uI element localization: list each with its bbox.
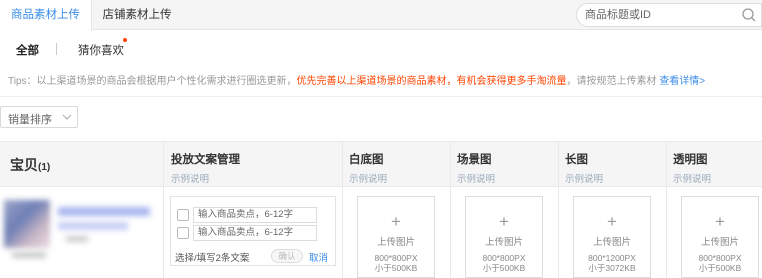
upload-transparent-image[interactable]: + 上传图片 800*800PX 小于500KB	[681, 196, 759, 278]
sort-dropdown[interactable]: 销量排序	[0, 106, 78, 128]
upload-size-hint: 800*800PX 小于500KB	[358, 253, 434, 273]
example-link[interactable]: 示例说明	[349, 171, 387, 185]
choose-copy-text: 选择/填写2条文案	[175, 253, 250, 264]
product-header-label: 宝贝	[10, 157, 38, 173]
copy-management-box: 输入商品卖点，6-12字 输入商品卖点，6-12字 选择/填写2条文案 确认 取…	[170, 196, 336, 266]
tips-warning: 优先完善以上渠道场景的商品素材，有机会获得更多手淘流量	[296, 76, 567, 87]
product-title-blurred	[58, 207, 150, 216]
size-dimensions: 800*800PX	[482, 253, 526, 263]
size-limit: 小于500KB	[374, 263, 418, 273]
section-divider	[0, 96, 762, 97]
column-divider	[558, 141, 559, 278]
confirm-button[interactable]: 确认	[271, 249, 303, 263]
upload-size-hint: 800*800PX 小于500KB	[682, 253, 758, 273]
subtab-all[interactable]: 全部	[16, 42, 39, 58]
cancel-button[interactable]: 取消	[309, 250, 328, 264]
column-divider	[163, 141, 164, 278]
subtab-divider	[56, 43, 57, 55]
product-meta-blurred	[12, 252, 46, 258]
product-column-header: 宝贝(1)	[10, 155, 50, 175]
product-meta-blurred	[66, 236, 88, 242]
product-thumbnail	[4, 200, 50, 248]
column-divider	[342, 141, 343, 278]
new-dot-badge	[123, 38, 127, 42]
plus-icon: +	[499, 212, 509, 231]
view-details-link[interactable]: 查看详情>	[659, 76, 705, 87]
column-title: 长图	[565, 154, 588, 166]
upload-long-image[interactable]: + 上传图片 800*1200PX 小于3072KB	[573, 196, 651, 278]
example-link[interactable]: 示例说明	[457, 171, 495, 185]
size-dimensions: 800*1200PX	[588, 253, 636, 263]
search-button[interactable]	[737, 4, 761, 26]
tab-shop-material[interactable]: 店铺素材上传	[92, 0, 182, 30]
example-link[interactable]: 示例说明	[673, 171, 711, 185]
copy-checkbox-1[interactable]	[177, 209, 189, 221]
column-title: 场景图	[457, 154, 492, 166]
column-divider	[450, 141, 451, 278]
upload-label: 上传图片	[376, 237, 415, 248]
upload-scene-image[interactable]: + 上传图片 800*800PX 小于500KB	[465, 196, 543, 278]
material-upload-page: 商品素材上传 店铺素材上传 全部 猜你喜欢 Tips：以上渠道场景的商品会根据用…	[0, 0, 762, 278]
selling-point-input-2[interactable]: 输入商品卖点，6-12字	[193, 225, 317, 241]
chevron-down-icon	[62, 114, 72, 120]
search-box	[576, 3, 762, 27]
product-count: (1)	[38, 162, 51, 173]
tab-product-material[interactable]: 商品素材上传	[0, 0, 92, 31]
subtab-guess-you-like[interactable]: 猜你喜欢	[78, 42, 124, 58]
search-icon	[742, 8, 756, 22]
column-title: 白底图	[349, 154, 384, 166]
upload-size-hint: 800*800PX 小于500KB	[466, 253, 542, 273]
upload-size-hint: 800*1200PX 小于3072KB	[574, 253, 650, 273]
copy-checkbox-2[interactable]	[177, 227, 189, 239]
product-title-blurred	[58, 222, 128, 230]
column-transparent-image: 透明图 示例说明	[673, 151, 711, 185]
size-limit: 小于500KB	[698, 263, 742, 273]
plus-icon: +	[607, 212, 617, 231]
column-long-image: 长图 示例说明	[565, 151, 603, 185]
column-white-bg-image: 白底图 示例说明	[349, 151, 387, 185]
example-link[interactable]: 示例说明	[565, 171, 603, 185]
upload-white-bg-image[interactable]: + 上传图片 800*800PX 小于500KB	[357, 196, 435, 278]
size-limit: 小于3072KB	[588, 263, 636, 273]
search-input[interactable]	[585, 7, 735, 23]
size-limit: 小于500KB	[482, 263, 526, 273]
sort-label: 销量排序	[8, 114, 52, 126]
column-title: 透明图	[673, 154, 708, 166]
upload-label: 上传图片	[592, 237, 631, 248]
size-dimensions: 800*800PX	[698, 253, 742, 263]
column-divider	[666, 141, 667, 278]
column-scene-image: 场景图 示例说明	[457, 151, 495, 185]
column-title: 投放文案管理	[171, 154, 240, 166]
upload-label: 上传图片	[700, 237, 739, 248]
tips-suffix: ，请按规范上传素材	[566, 76, 660, 87]
plus-icon: +	[715, 212, 725, 231]
table-header: 宝贝(1) 投放文案管理 示例说明 白底图 示例说明 场景图 示例说明 长图 示…	[0, 141, 762, 187]
size-dimensions: 800*800PX	[374, 253, 418, 263]
selling-point-input-1[interactable]: 输入商品卖点，6-12字	[193, 207, 317, 223]
plus-icon: +	[391, 212, 401, 231]
top-tab-bar: 商品素材上传 店铺素材上传	[0, 0, 762, 31]
example-link[interactable]: 示例说明	[171, 171, 240, 185]
tips-prefix: Tips：以上渠道场景的商品会根据用户个性化需求进行圈选更新，	[8, 76, 297, 87]
upload-label: 上传图片	[484, 237, 523, 248]
tips-text: Tips：以上渠道场景的商品会根据用户个性化需求进行圈选更新，优先完善以上渠道场…	[8, 72, 705, 87]
column-copy-management: 投放文案管理 示例说明	[171, 151, 240, 185]
